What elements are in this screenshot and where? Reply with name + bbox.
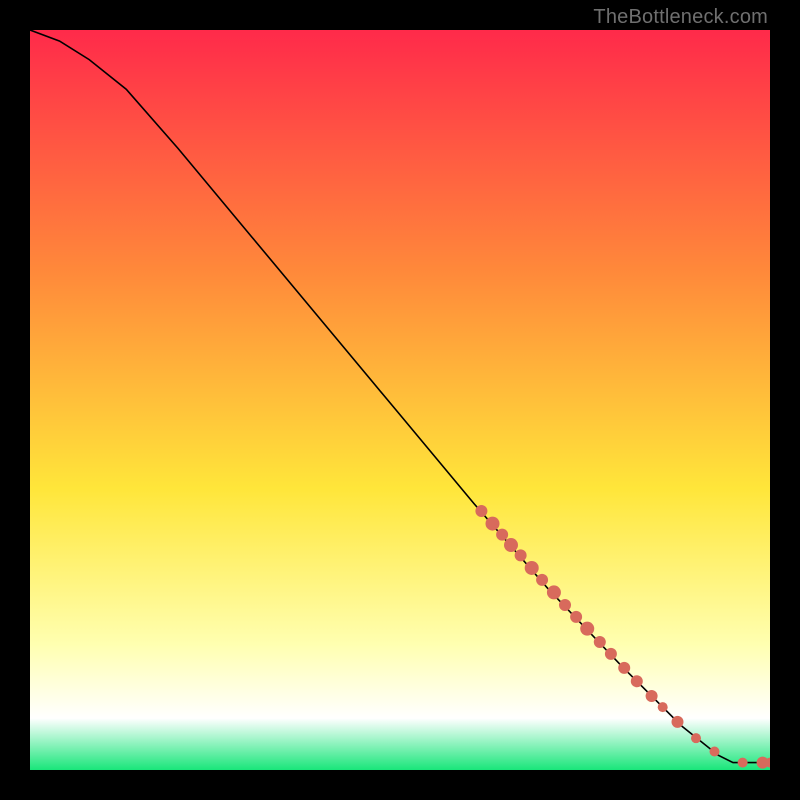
data-dot — [631, 675, 643, 687]
chart-stage: TheBottleneck.com — [0, 0, 800, 800]
data-dot — [618, 662, 630, 674]
chart-plot — [30, 30, 770, 770]
data-dot — [658, 702, 668, 712]
data-dot — [594, 636, 606, 648]
data-dot — [504, 538, 518, 552]
attribution-text: TheBottleneck.com — [593, 6, 768, 29]
data-dot — [738, 758, 748, 768]
data-dot — [486, 517, 500, 531]
data-dot — [570, 611, 582, 623]
data-dot — [646, 690, 658, 702]
data-dot — [672, 716, 684, 728]
data-dot — [536, 574, 548, 586]
data-dot — [710, 747, 720, 757]
data-dot — [580, 622, 594, 636]
data-dot — [605, 648, 617, 660]
data-dot — [559, 599, 571, 611]
data-dot — [496, 529, 508, 541]
data-dot — [547, 585, 561, 599]
data-dot — [691, 733, 701, 743]
background-rect — [30, 30, 770, 770]
data-dot — [475, 505, 487, 517]
data-dot — [525, 561, 539, 575]
data-dot — [515, 549, 527, 561]
